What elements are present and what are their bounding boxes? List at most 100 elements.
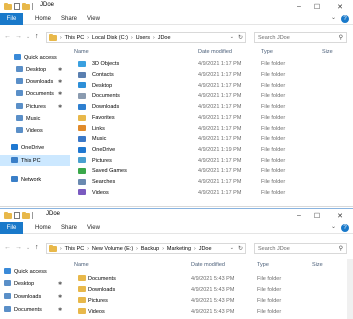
- new-folder-icon[interactable]: [22, 2, 30, 10]
- sidebar-item-downloads[interactable]: Downloads ✱: [0, 76, 70, 87]
- breadcrumb-this-pc[interactable]: This PC: [65, 35, 85, 41]
- cell-date: 4/9/2021 5:43 PM: [191, 275, 235, 282]
- search-input[interactable]: Search JDoe ⚲: [254, 32, 347, 43]
- address-bar[interactable]: › This PC › New Volume (E:) › Backup › M…: [46, 243, 246, 254]
- back-icon[interactable]: ←: [4, 244, 11, 251]
- sidebar-item-onedrive[interactable]: OneDrive: [0, 142, 70, 153]
- table-row[interactable]: Searches 4/9/2021 1:17 PM File folder: [74, 177, 353, 188]
- maximize-icon[interactable]: ☐: [308, 209, 326, 222]
- properties-icon[interactable]: [14, 3, 20, 10]
- breadcrumb-jdoe[interactable]: JDoe: [158, 35, 171, 41]
- breadcrumb-local-disk[interactable]: Local Disk (C:): [92, 35, 128, 41]
- tab-home[interactable]: Home: [35, 222, 51, 234]
- help-icon[interactable]: ?: [341, 224, 349, 232]
- help-icon[interactable]: ?: [341, 15, 349, 23]
- title-bar[interactable]: JDoe – ☐ ✕: [0, 209, 353, 222]
- sidebar-item-music[interactable]: Music: [0, 113, 70, 124]
- tab-share[interactable]: Share: [61, 13, 77, 25]
- pin-icon[interactable]: ✱: [58, 67, 62, 73]
- refresh-icon[interactable]: ↻: [238, 245, 243, 252]
- sidebar-item-videos[interactable]: Videos: [0, 125, 70, 136]
- column-header-type[interactable]: Type: [261, 46, 273, 57]
- title-bar[interactable]: JDoe – ☐ ✕: [0, 0, 353, 13]
- tab-view[interactable]: View: [87, 13, 100, 25]
- recent-locations-icon[interactable]: ⌄: [26, 34, 30, 40]
- table-row[interactable]: Desktop 4/9/2021 1:17 PM File folder: [74, 80, 353, 91]
- sidebar-item-quick-access[interactable]: Quick access: [0, 52, 70, 63]
- address-dropdown-icon[interactable]: ⌄: [230, 34, 234, 40]
- sidebar-item-downloads[interactable]: Downloads ✱: [0, 291, 70, 302]
- table-row[interactable]: Documents 4/9/2021 5:43 PM File folder: [74, 273, 353, 284]
- pin-icon[interactable]: ✱: [58, 104, 62, 110]
- table-row[interactable]: Downloads 4/9/2021 5:43 PM File folder: [74, 284, 353, 295]
- column-header-size[interactable]: Size: [312, 259, 323, 270]
- sidebar-item-documents[interactable]: Documents ✱: [0, 88, 70, 99]
- pin-icon[interactable]: ✱: [58, 79, 62, 85]
- minimize-icon[interactable]: –: [290, 0, 308, 13]
- column-header-size[interactable]: Size: [322, 46, 333, 57]
- table-row[interactable]: Favorites 4/9/2021 1:17 PM File folder: [74, 113, 353, 124]
- maximize-icon[interactable]: ☐: [308, 0, 326, 13]
- table-row[interactable]: Downloads 4/9/2021 1:17 PM File folder: [74, 102, 353, 113]
- close-icon[interactable]: ✕: [331, 209, 349, 222]
- properties-icon[interactable]: [14, 212, 20, 219]
- chevron-down-icon[interactable]: ⌄: [331, 14, 336, 21]
- pin-icon[interactable]: ✱: [58, 294, 62, 300]
- minimize-icon[interactable]: –: [290, 209, 308, 222]
- sidebar-item-documents[interactable]: Documents ✱: [0, 304, 70, 315]
- table-row[interactable]: Pictures 4/9/2021 1:17 PM File folder: [74, 155, 353, 166]
- breadcrumb-marketing[interactable]: Marketing: [167, 246, 191, 252]
- back-icon[interactable]: ←: [4, 33, 11, 40]
- breadcrumb-backup[interactable]: Backup: [141, 246, 159, 252]
- breadcrumb-this-pc[interactable]: This PC: [65, 246, 85, 252]
- table-row[interactable]: Pictures 4/9/2021 5:43 PM File folder: [74, 295, 353, 306]
- column-header-type[interactable]: Type: [257, 259, 269, 270]
- pin-icon[interactable]: ✱: [58, 307, 62, 313]
- sidebar-item-desktop[interactable]: Desktop ✱: [0, 64, 70, 75]
- breadcrumb-new-volume[interactable]: New Volume (E:): [92, 246, 133, 252]
- tab-share[interactable]: Share: [61, 222, 77, 234]
- table-row[interactable]: Documents 4/9/2021 1:17 PM File folder: [74, 91, 353, 102]
- up-icon[interactable]: ↑: [35, 244, 39, 251]
- scrollbar[interactable]: [347, 259, 353, 319]
- forward-icon[interactable]: →: [15, 244, 22, 251]
- close-icon[interactable]: ✕: [331, 0, 349, 13]
- pin-icon[interactable]: ✱: [58, 91, 62, 97]
- refresh-icon[interactable]: ↻: [238, 34, 243, 41]
- tab-file[interactable]: File: [0, 222, 23, 234]
- sidebar-item-desktop[interactable]: Desktop ✱: [0, 278, 70, 289]
- address-dropdown-icon[interactable]: ⌄: [230, 245, 234, 251]
- table-row[interactable]: Saved Games 4/9/2021 1:17 PM File folder: [74, 166, 353, 177]
- table-row[interactable]: Videos 4/9/2021 1:17 PM File folder: [74, 187, 353, 198]
- column-header-date[interactable]: Date modified: [191, 259, 225, 270]
- table-row[interactable]: Links 4/9/2021 1:17 PM File folder: [74, 123, 353, 134]
- cell-date: 4/9/2021 1:17 PM: [198, 136, 242, 143]
- column-header-date[interactable]: Date modified: [198, 46, 232, 57]
- column-header-name[interactable]: Name: [74, 46, 89, 57]
- column-header-name[interactable]: Name: [74, 259, 89, 270]
- table-row[interactable]: 3D Objects 4/9/2021 1:17 PM File folder: [74, 59, 353, 70]
- forward-icon[interactable]: →: [15, 33, 22, 40]
- breadcrumb-separator: ›: [60, 34, 62, 41]
- breadcrumb-users[interactable]: Users: [136, 35, 150, 41]
- table-row[interactable]: Videos 4/9/2021 5:43 PM File folder: [74, 306, 353, 317]
- sidebar-item-quick-access[interactable]: Quick access: [0, 266, 70, 277]
- sidebar-item-pictures[interactable]: Pictures ✱: [0, 101, 70, 112]
- new-folder-icon[interactable]: [22, 211, 30, 219]
- table-row[interactable]: Contacts 4/9/2021 1:17 PM File folder: [74, 70, 353, 81]
- tab-file[interactable]: File: [0, 13, 23, 25]
- chevron-down-icon[interactable]: ⌄: [331, 223, 336, 230]
- tab-view[interactable]: View: [87, 222, 100, 234]
- table-row[interactable]: Music 4/9/2021 1:17 PM File folder: [74, 134, 353, 145]
- address-bar[interactable]: › This PC › Local Disk (C:) › Users › JD…: [46, 32, 246, 43]
- sidebar-item-this-pc[interactable]: This PC: [0, 155, 70, 166]
- table-row[interactable]: OneDrive 4/9/2021 1:19 PM File folder: [74, 145, 353, 156]
- search-input[interactable]: Search JDoe ⚲: [254, 243, 347, 254]
- sidebar-item-network[interactable]: Network: [0, 174, 70, 185]
- pin-icon[interactable]: ✱: [58, 281, 62, 287]
- tab-home[interactable]: Home: [35, 13, 51, 25]
- cell-date: 4/9/2021 1:17 PM: [198, 61, 242, 68]
- up-icon[interactable]: ↑: [35, 33, 39, 40]
- breadcrumb-jdoe[interactable]: JDoe: [199, 246, 212, 252]
- recent-locations-icon[interactable]: ⌄: [26, 245, 30, 251]
